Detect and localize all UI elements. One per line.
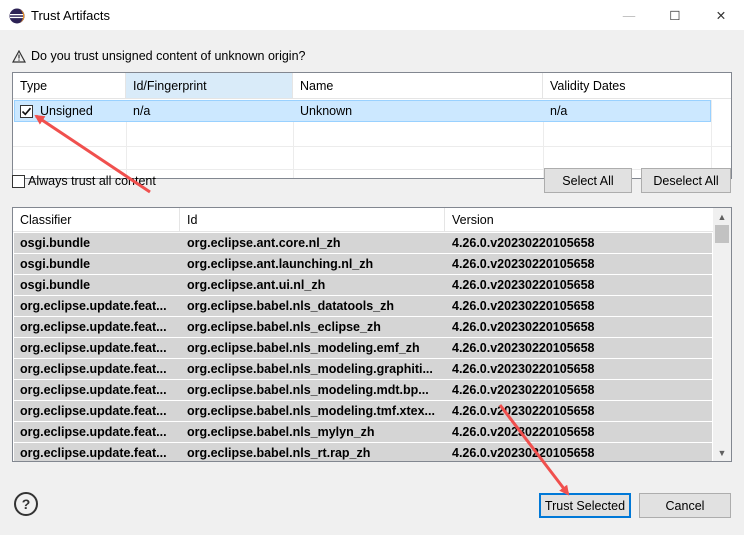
signer-checkbox[interactable] [20, 104, 33, 118]
artifacts-table[interactable]: Classifier Id Version osgi.bundle org.ecl… [12, 207, 732, 462]
id-cell: org.eclipse.babel.nls_modeling.mdt.bp... [187, 383, 429, 397]
table-row[interactable]: osgi.bundle org.eclipse.ant.ui.nl_zh 4.26.… [14, 275, 712, 295]
vertical-scrollbar[interactable]: ▲ ▼ [713, 208, 731, 461]
id-cell: org.eclipse.babel.nls_rt.rap_zh [187, 446, 371, 460]
id-cell: org.eclipse.babel.nls_modeling.graphiti.… [187, 362, 433, 376]
id-cell: org.eclipse.babel.nls_datatools_zh [187, 299, 395, 313]
classifier-cell: org.eclipse.update.feat... [20, 446, 167, 460]
warning-triangle-icon [12, 49, 26, 63]
version-cell: 4.26.0.v20230220105658 [452, 299, 595, 313]
scroll-up-arrow-icon[interactable]: ▲ [713, 208, 731, 225]
scroll-down-arrow-icon[interactable]: ▼ [713, 444, 731, 461]
title-bar: Trust Artifacts — ☐ ✕ [0, 0, 744, 31]
signer-validity-cell: n/a [550, 104, 568, 118]
signer-type-cell: Unsigned [13, 100, 126, 122]
close-button[interactable]: ✕ [698, 0, 744, 31]
eclipse-app-icon [9, 8, 25, 24]
table-row[interactable]: org.eclipse.update.feat... org.eclipse.ba… [14, 338, 712, 358]
signer-id-cell: n/a [133, 104, 151, 118]
version-cell: 4.26.0.v20230220105658 [452, 362, 595, 376]
version-cell: 4.26.0.v20230220105658 [452, 446, 595, 460]
column-header-validity-dates[interactable]: Validity Dates [543, 73, 731, 99]
table-row[interactable]: org.eclipse.update.feat... org.eclipse.ba… [14, 380, 712, 400]
grid-line [13, 146, 731, 147]
id-cell: org.eclipse.babel.nls_eclipse_zh [187, 320, 381, 334]
id-cell: org.eclipse.babel.nls_modeling.emf_zh [187, 341, 420, 355]
id-cell: org.eclipse.ant.ui.nl_zh [187, 278, 326, 292]
version-cell: 4.26.0.v20230220105658 [452, 236, 595, 250]
id-cell: org.eclipse.babel.nls_modeling.tmf.xtex.… [187, 404, 435, 418]
always-trust-label: Always trust all content [28, 174, 156, 188]
classifier-cell: org.eclipse.update.feat... [20, 383, 167, 397]
version-cell: 4.26.0.v20230220105658 [452, 404, 595, 418]
table-row[interactable]: org.eclipse.update.feat... org.eclipse.ba… [14, 422, 712, 442]
classifier-cell: org.eclipse.update.feat... [20, 362, 167, 376]
column-header-type[interactable]: Type [13, 73, 126, 99]
column-header-id[interactable]: Id [180, 208, 445, 232]
signers-table[interactable]: Type Id/Fingerprint Name Validity Dates … [12, 72, 732, 179]
column-header-version[interactable]: Version [445, 208, 713, 232]
classifier-cell: osgi.bundle [20, 278, 91, 292]
grid-line [711, 100, 712, 178]
id-cell: org.eclipse.ant.core.nl_zh [187, 236, 341, 250]
column-header-name[interactable]: Name [293, 73, 543, 99]
maximize-button[interactable]: ☐ [652, 0, 698, 31]
version-cell: 4.26.0.v20230220105658 [452, 320, 595, 334]
question-text: Do you trust unsigned content of unknown… [31, 49, 306, 63]
classifier-cell: org.eclipse.update.feat... [20, 425, 167, 439]
version-cell: 4.26.0.v20230220105658 [452, 425, 595, 439]
help-icon[interactable]: ? [14, 492, 38, 516]
classifier-cell: osgi.bundle [20, 236, 91, 250]
always-trust-checkbox-row[interactable]: Always trust all content [12, 173, 156, 189]
table-row[interactable]: org.eclipse.update.feat... org.eclipse.ba… [14, 359, 712, 379]
signer-type-text: Unsigned [40, 104, 93, 118]
column-header-id-fingerprint[interactable]: Id/Fingerprint [126, 73, 293, 99]
id-cell: org.eclipse.babel.nls_mylyn_zh [187, 425, 375, 439]
signer-name-cell: Unknown [300, 104, 353, 118]
window-title: Trust Artifacts [31, 8, 110, 23]
minimize-button[interactable]: — [606, 0, 652, 31]
scroll-thumb[interactable] [715, 225, 729, 243]
classifier-cell: org.eclipse.update.feat... [20, 299, 167, 313]
trust-selected-button[interactable]: Trust Selected [539, 493, 631, 518]
table-row[interactable]: osgi.bundle org.eclipse.ant.launching.nl_… [14, 254, 712, 274]
select-all-button[interactable]: Select All [544, 168, 632, 193]
checkmark-icon [21, 107, 32, 115]
table-row[interactable]: org.eclipse.update.feat... org.eclipse.ba… [14, 401, 712, 421]
table-row[interactable]: osgi.bundle org.eclipse.ant.core.nl_zh 4.2… [14, 233, 712, 253]
trust-question: Do you trust unsigned content of unknown… [12, 47, 305, 65]
version-cell: 4.26.0.v20230220105658 [452, 257, 595, 271]
dialog-content: Do you trust unsigned content of unknown… [0, 31, 744, 535]
always-trust-checkbox[interactable] [12, 174, 25, 188]
classifier-cell: org.eclipse.update.feat... [20, 404, 167, 418]
version-cell: 4.26.0.v20230220105658 [452, 341, 595, 355]
deselect-all-button[interactable]: Deselect All [641, 168, 731, 193]
version-cell: 4.26.0.v20230220105658 [452, 278, 595, 292]
version-cell: 4.26.0.v20230220105658 [452, 383, 595, 397]
column-header-classifier[interactable]: Classifier [13, 208, 180, 232]
table-row[interactable]: org.eclipse.update.feat... org.eclipse.ba… [14, 296, 712, 316]
cancel-button[interactable]: Cancel [639, 493, 731, 518]
table-row[interactable]: org.eclipse.update.feat... org.eclipse.ba… [14, 317, 712, 337]
id-cell: org.eclipse.ant.launching.nl_zh [187, 257, 374, 271]
table-row[interactable]: org.eclipse.update.feat... org.eclipse.ba… [14, 443, 712, 461]
classifier-cell: org.eclipse.update.feat... [20, 341, 167, 355]
classifier-cell: osgi.bundle [20, 257, 91, 271]
classifier-cell: org.eclipse.update.feat... [20, 320, 167, 334]
